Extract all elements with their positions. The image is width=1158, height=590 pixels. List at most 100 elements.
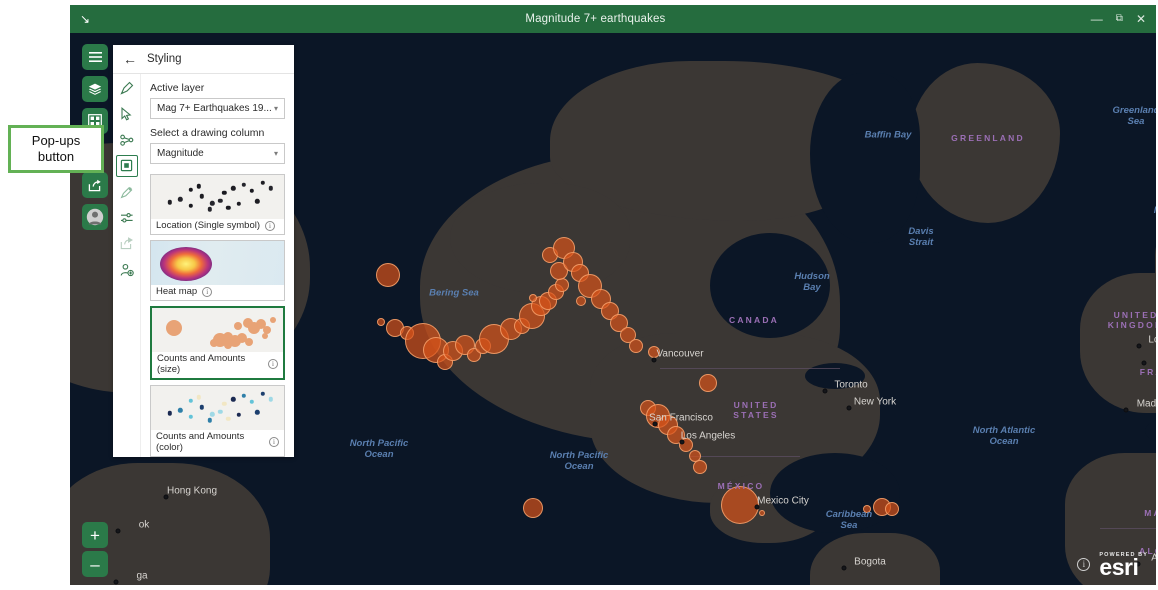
share-button[interactable] [82, 172, 108, 198]
zoom-out-button[interactable]: – [82, 551, 108, 577]
thumbnail-point [178, 196, 183, 202]
thumbnail-point [209, 200, 215, 206]
city-dot [822, 388, 828, 394]
account-button[interactable] [82, 204, 108, 230]
add-user-tool[interactable] [117, 261, 137, 278]
city-dot [841, 565, 847, 571]
select-tool[interactable] [117, 105, 137, 122]
style-thumbnail-frame [151, 175, 284, 219]
city-dot [846, 405, 852, 411]
thumbnail-point [260, 391, 265, 397]
style-option-location-single-symbol[interactable]: Location (Single symbol) i [150, 174, 285, 235]
info-icon[interactable]: i [202, 286, 213, 297]
thumbnail-point [236, 412, 241, 418]
earthquake-symbol[interactable] [629, 339, 643, 353]
earthquake-symbol[interactable] [648, 346, 660, 358]
style-thumbnail-frame [152, 308, 283, 352]
water-great-lakes [805, 363, 865, 389]
earthquake-symbol[interactable] [523, 498, 543, 518]
thumbnail-point [225, 205, 231, 210]
city-dot [754, 504, 760, 510]
analysis-tool[interactable] [117, 131, 137, 148]
thumbnail-point [217, 409, 223, 414]
city-dot [163, 494, 169, 500]
info-icon[interactable]: i [268, 359, 278, 369]
thumbnail-point [241, 393, 247, 398]
popups-tool[interactable] [115, 155, 138, 177]
water-hudson-bay [710, 233, 830, 338]
border-usa-canada [660, 368, 840, 369]
style-option-heat-map[interactable]: Heat map i [150, 240, 285, 301]
thumbnail-point [268, 185, 273, 191]
layers-button[interactable] [82, 76, 108, 102]
menu-button[interactable] [82, 44, 108, 70]
city-dot [1136, 343, 1142, 349]
drawing-column-select[interactable]: Magnitude ▾ [150, 143, 285, 164]
earthquake-symbol[interactable] [759, 510, 765, 516]
thumbnail-point [255, 410, 260, 415]
attribution-info-icon[interactable]: i [1077, 557, 1091, 571]
thumbnail-point [209, 411, 215, 417]
thumbnail-point [188, 398, 194, 404]
thumbnail-point [199, 404, 204, 410]
filter-tool[interactable] [117, 209, 137, 226]
minimize-button[interactable]: — [1091, 13, 1103, 25]
earthquake-symbol[interactable] [885, 502, 899, 516]
city-dot [115, 528, 121, 534]
info-icon[interactable]: i [265, 220, 276, 231]
active-layer-select[interactable]: Mag 7+ Earthquakes 19... ▾ [150, 98, 285, 119]
window-controls: — ⧉ ✕ [1091, 13, 1156, 25]
style-option-caption: Counts and Amounts (color) i [151, 430, 284, 456]
earthquake-symbol[interactable] [376, 263, 400, 287]
thumbnail-proportional-symbol [269, 317, 276, 324]
style-thumbnail [152, 308, 283, 352]
style-thumbnail [151, 241, 284, 285]
thumbnail-proportional-symbol [234, 321, 243, 330]
styling-tool[interactable] [117, 79, 137, 96]
style-option-caption: Location (Single symbol) i [151, 219, 284, 234]
thumbnail-point [231, 185, 236, 191]
styling-panel: ← Styling Active layer Mag 7+ Earthquake… [113, 45, 294, 457]
info-icon[interactable]: i [269, 437, 279, 447]
water-mediterranean [1145, 413, 1156, 449]
earthquake-symbol[interactable] [699, 374, 717, 392]
thumbnail-proportional-symbol [166, 320, 183, 337]
style-option-label: Heat map [156, 286, 198, 297]
city-dot [651, 357, 657, 363]
restore-button[interactable]: ⧉ [1116, 14, 1123, 24]
earthquake-symbol[interactable] [377, 318, 385, 326]
style-option-counts-amounts-color[interactable]: Counts and Amounts (color) i [150, 385, 285, 457]
earthquake-symbol[interactable] [721, 486, 759, 524]
thumbnail-point [188, 414, 194, 419]
thumbnail-point [207, 207, 212, 212]
style-option-label: Counts and Amounts (color) [156, 431, 245, 453]
land-alaska [450, 183, 630, 293]
earthquake-symbol[interactable] [529, 294, 537, 302]
thumbnail-point [241, 182, 247, 187]
labels-tool[interactable] [117, 183, 137, 200]
callout-line-2: button [37, 149, 75, 164]
style-option-counts-amounts-size[interactable]: Counts and Amounts (size) i [150, 306, 285, 380]
thumbnail-point [231, 396, 236, 402]
share-tool[interactable] [117, 235, 137, 252]
water-label: Greenland Sea [1112, 105, 1157, 127]
thumbnail-point [221, 401, 227, 406]
style-option-list: Location (Single symbol) i Heat map i Counts… [150, 174, 285, 457]
close-button[interactable]: ✕ [1136, 13, 1146, 25]
back-arrow-icon[interactable]: ← [123, 52, 137, 66]
window-restore-icon[interactable]: ↘ [70, 13, 100, 25]
thumbnail-point [167, 200, 172, 205]
city-dot [652, 421, 658, 427]
earthquake-symbol[interactable] [693, 460, 707, 474]
chevron-down-icon: ▾ [273, 104, 278, 113]
thumbnail-point [217, 198, 223, 203]
earthquake-symbol[interactable] [555, 278, 569, 292]
title-bar: ↘ Magnitude 7+ earthquakes — ⧉ ✕ [70, 5, 1156, 33]
earthquake-symbol[interactable] [576, 296, 586, 306]
user-avatar-icon [86, 208, 104, 226]
zoom-in-button[interactable]: + [82, 522, 108, 548]
thumbnail-proportional-symbol [242, 317, 253, 328]
border-usa-mexico [690, 456, 800, 457]
earthquake-symbol[interactable] [863, 505, 871, 513]
panel-body: Active layer Mag 7+ Earthquakes 19... ▾ … [113, 74, 294, 457]
